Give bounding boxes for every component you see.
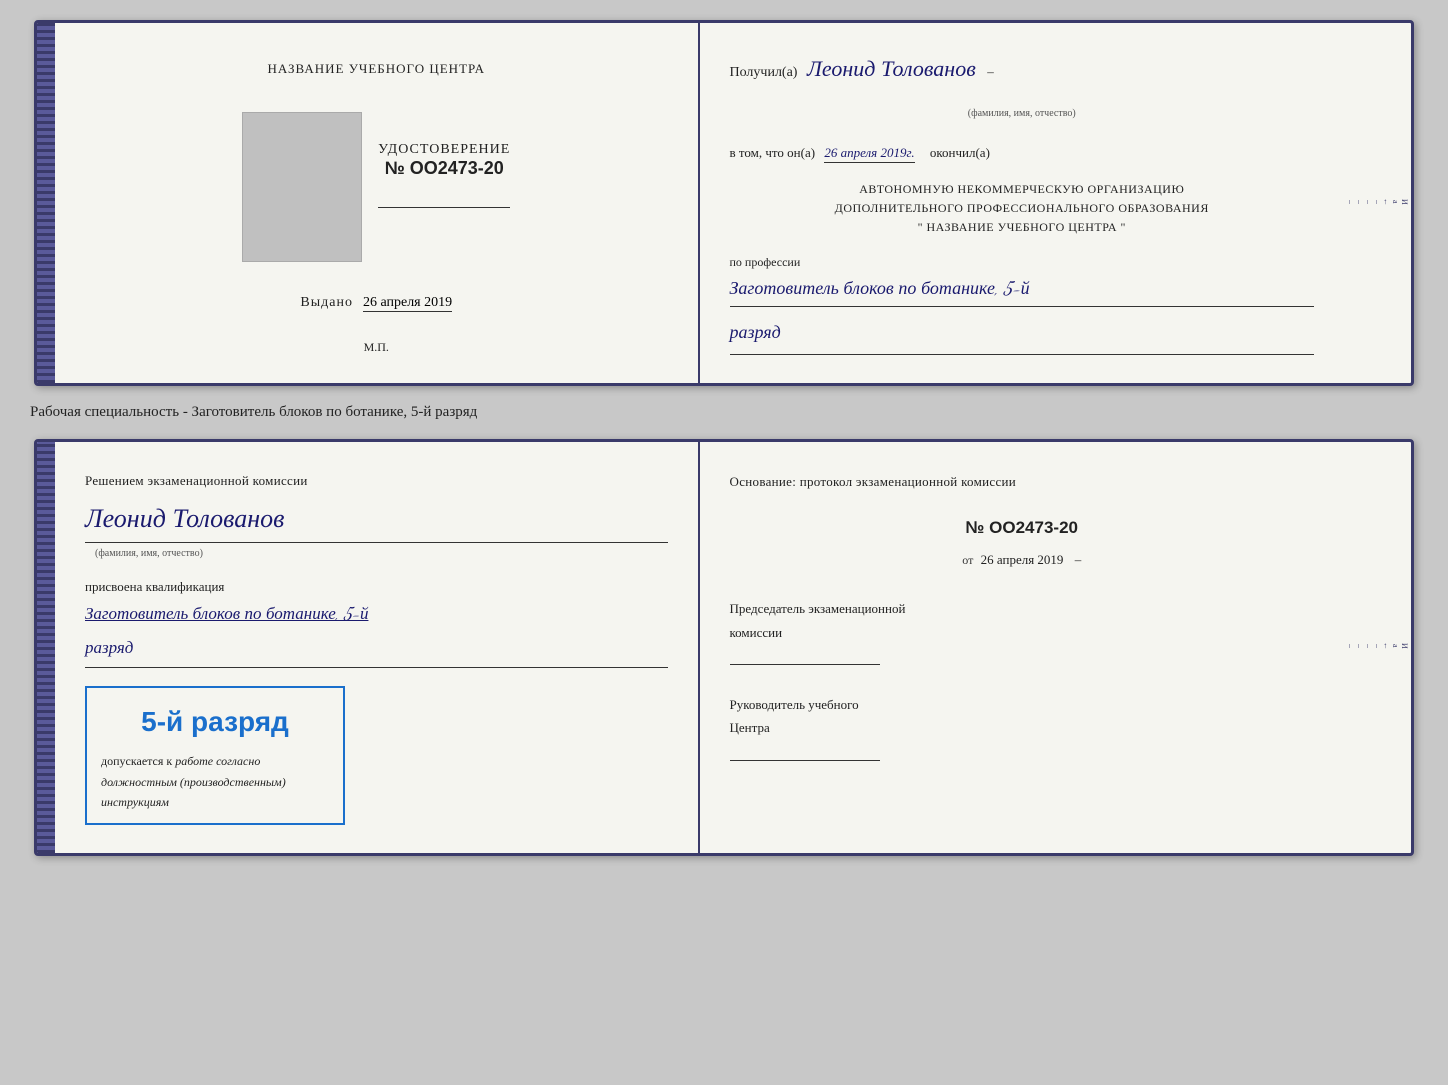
left-stripe <box>37 23 55 383</box>
chairman-block: Председатель экзаменационной комиссии <box>730 597 1315 665</box>
dash1: – <box>987 64 994 79</box>
right-stripe: И а ← – – – – <box>1344 23 1411 383</box>
org-line1: АВТОНОМНУЮ НЕКОММЕРЧЕСКУЮ ОРГАНИЗАЦИЮ <box>730 180 1315 199</box>
org-line3: " НАЗВАНИЕ УЧЕБНОГО ЦЕНТРА " <box>730 218 1315 237</box>
training-center-label: НАЗВАНИЕ УЧЕБНОГО ЦЕНТРА <box>268 61 485 77</box>
decision-text: Решением экзаменационной комиссии <box>85 470 668 492</box>
chairman-label: Председатель экзаменационной комиссии <box>730 597 1315 644</box>
profession-top: Заготовитель блоков по ботанике, 5-й <box>730 277 1315 307</box>
cert-number: № OO2473-20 <box>378 158 510 179</box>
top-cert-right: Получил(а) Леонид Толованов – (фамилия, … <box>700 23 1345 383</box>
dash2: – <box>1075 552 1082 567</box>
bottom-cert-left: Решением экзаменационной комиссии Леонид… <box>55 442 700 853</box>
profession-label-top: по профессии <box>730 252 1315 274</box>
rank-box: 5-й разряд допускается к работе согласно… <box>85 686 345 825</box>
top-cert-left: НАЗВАНИЕ УЧЕБНОГО ЦЕНТРА УДОСТОВЕРЕНИЕ №… <box>55 23 700 383</box>
rank-box-title: 5-й разряд <box>101 698 329 746</box>
specialty-text: Рабочая специальность - Заготовитель бло… <box>20 404 477 421</box>
qualification: Заготовитель блоков по ботанике, 5-й <box>85 602 668 626</box>
org-line2: ДОПОЛНИТЕЛЬНОГО ПРОФЕССИОНАЛЬНОГО ОБРАЗО… <box>730 199 1315 218</box>
head-block: Руководитель учебного Центра <box>730 693 1315 761</box>
cert-title: УДОСТОВЕРЕНИЕ <box>378 142 510 158</box>
rank-bottom: разряд <box>85 634 668 668</box>
received-line: Получил(а) Леонид Толованов – <box>730 51 1315 91</box>
mp-label: М.П. <box>364 340 389 355</box>
rank-top: разряд <box>730 317 1315 354</box>
org-text: АВТОНОМНУЮ НЕКОММЕРЧЕСКУЮ ОРГАНИЗАЦИЮ ДО… <box>730 180 1315 238</box>
allowed-label: допускается к работе согласно должностны… <box>101 751 329 812</box>
bottom-right-stripe: И а ← – – – – <box>1344 442 1411 853</box>
bottom-certificate: Решением экзаменационной комиссии Леонид… <box>34 439 1414 856</box>
issued-date: 26 апреля 2019 <box>363 295 452 312</box>
recipient-name: Леонид Толованов <box>807 57 976 83</box>
issued-label: Выдано <box>300 295 353 310</box>
bottom-name: Леонид Толованов <box>85 498 668 543</box>
date-line: в том, что он(а) 26 апреля 2019г. окончи… <box>730 141 1315 164</box>
bottom-cert-right: Основание: протокол экзаменационной коми… <box>700 442 1345 853</box>
photo-placeholder <box>242 112 362 262</box>
top-certificate: НАЗВАНИЕ УЧЕБНОГО ЦЕНТРА УДОСТОВЕРЕНИЕ №… <box>34 20 1414 386</box>
in-that-label: в том, что он(а) <box>730 145 816 160</box>
finished-label: окончил(а) <box>930 145 990 160</box>
received-label: Получил(а) <box>730 65 798 80</box>
head-label: Руководитель учебного Центра <box>730 693 1315 740</box>
qualification-label: присвоена квалификация <box>85 576 668 598</box>
from-date-line: от 26 апреля 2019 – <box>730 548 1315 572</box>
head-signature-line <box>730 760 880 761</box>
bottom-left-stripe <box>37 442 55 853</box>
from-label: от <box>962 553 973 567</box>
bottom-name-sublabel: (фамилия, имя, отчество) <box>95 545 668 562</box>
basis-text: Основание: протокол экзаменационной коми… <box>730 470 1315 493</box>
protocol-number: № OO2473-20 <box>730 513 1315 544</box>
cert-date: 26 апреля 2019г. <box>824 145 914 163</box>
chairman-signature-line <box>730 664 880 665</box>
from-date: 26 апреля 2019 <box>981 552 1064 567</box>
name-sublabel-top: (фамилия, имя, отчество) <box>730 105 1315 123</box>
